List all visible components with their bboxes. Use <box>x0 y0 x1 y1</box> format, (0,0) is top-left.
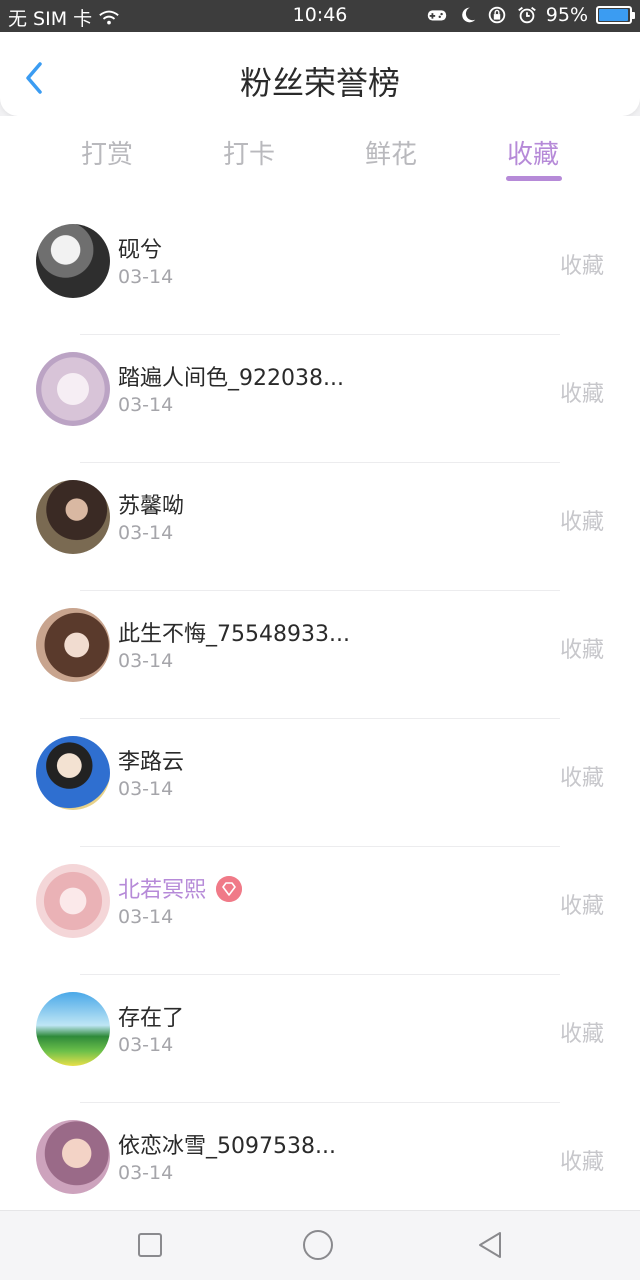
home-icon[interactable] <box>302 1229 334 1261</box>
fan-date: 03-14 <box>118 394 174 416</box>
list-item[interactable]: 苏馨呦 03-14 收藏 <box>0 462 640 590</box>
action-tag: 收藏 <box>559 1022 604 1047</box>
fan-name: 李路云 <box>118 750 185 775</box>
fan-name: 此生不悔_75548933... <box>118 622 350 647</box>
tab-bar: 打赏 打卡 鲜花 收藏 <box>0 116 640 206</box>
page-title: 粉丝荣誉榜 <box>239 64 400 102</box>
avatar <box>36 1120 110 1194</box>
divider <box>80 846 560 847</box>
header: 粉丝荣誉榜 <box>0 32 640 116</box>
battery-icon <box>596 6 635 24</box>
fan-name: 踏遍人间色_922038... <box>118 366 344 391</box>
action-tag: 收藏 <box>559 510 604 535</box>
active-tab-indicator <box>506 176 562 181</box>
tab-reward[interactable]: 打赏 <box>62 134 152 171</box>
avatar <box>36 864 110 938</box>
list-item[interactable]: 此生不悔_75548933... 03-14 收藏 <box>0 590 640 718</box>
fan-list: 砚兮 03-14 收藏 踏遍人间色_922038... 03-14 收藏 苏馨呦… <box>0 206 640 1210</box>
fan-date: 03-14 <box>118 906 174 928</box>
moon-icon <box>461 7 476 23</box>
avatar <box>36 992 110 1066</box>
action-tag: 收藏 <box>559 638 604 663</box>
divider <box>80 974 560 975</box>
divider <box>80 590 560 591</box>
lock-rotation-icon <box>488 6 506 24</box>
fan-name: 存在了 <box>118 1006 185 1031</box>
avatar <box>36 224 110 298</box>
list-item[interactable]: 砚兮 03-14 收藏 <box>0 206 640 334</box>
vip-diamond-icon <box>216 876 243 902</box>
fan-name: 苏馨呦 <box>118 494 185 519</box>
avatar <box>36 480 110 554</box>
back-icon[interactable] <box>474 1229 506 1261</box>
fan-date: 03-14 <box>118 650 174 672</box>
avatar <box>36 352 110 426</box>
list-item[interactable]: 存在了 03-14 收藏 <box>0 974 640 1102</box>
divider <box>80 718 560 719</box>
fan-date: 03-14 <box>118 1162 174 1184</box>
action-tag: 收藏 <box>559 254 604 279</box>
divider <box>80 1102 560 1103</box>
status-bar: 无 SIM 卡 10:46 95% <box>0 0 640 32</box>
avatar <box>36 736 110 810</box>
list-item[interactable]: 李路云 03-14 收藏 <box>0 718 640 846</box>
list-item[interactable]: 踏遍人间色_922038... 03-14 收藏 <box>0 334 640 462</box>
battery-percent: 95% <box>545 4 588 26</box>
action-tag: 收藏 <box>559 766 604 791</box>
fan-name: 砚兮 <box>118 238 163 263</box>
action-tag: 收藏 <box>559 1150 604 1175</box>
tab-favorites[interactable]: 收藏 <box>488 134 578 171</box>
game-icon <box>427 10 446 21</box>
list-item[interactable]: 北若冥熙 03-14 收藏 <box>0 846 640 974</box>
system-nav-bar <box>0 1210 640 1280</box>
divider <box>80 334 560 335</box>
fan-date: 03-14 <box>118 266 174 288</box>
action-tag: 收藏 <box>559 382 604 407</box>
fan-date: 03-14 <box>118 778 174 800</box>
fan-date: 03-14 <box>118 522 174 544</box>
fan-name: 依恋冰雪_5097538... <box>118 1134 336 1159</box>
alarm-icon <box>517 6 536 24</box>
recent-apps-icon[interactable] <box>134 1229 166 1261</box>
list-item[interactable]: 依恋冰雪_5097538... 03-14 收藏 <box>0 1102 640 1210</box>
fan-name-text: 北若冥熙 <box>118 878 207 903</box>
divider <box>80 462 560 463</box>
tab-flowers[interactable]: 鲜花 <box>346 134 436 171</box>
action-tag: 收藏 <box>559 894 604 919</box>
fan-date: 03-14 <box>118 1034 174 1056</box>
avatar <box>36 608 110 682</box>
tab-checkin[interactable]: 打卡 <box>204 134 294 171</box>
fan-name: 北若冥熙 <box>118 872 243 904</box>
